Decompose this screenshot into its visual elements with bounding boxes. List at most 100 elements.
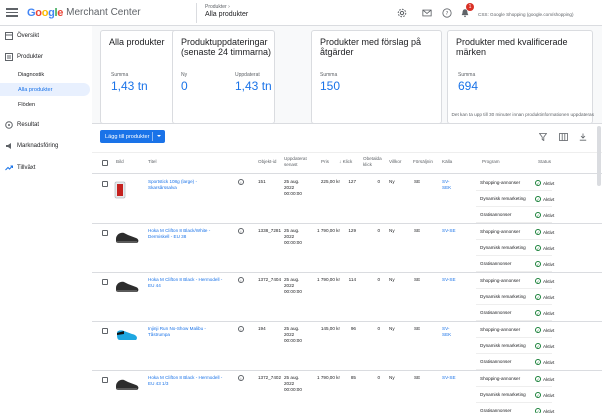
sidebar: Översikt Produkter Diagnostik Alla produ… [0, 26, 92, 413]
updated-date: 25 aug. 2022 00:00:00 [284, 228, 302, 245]
sidebar-subitem-floden[interactable]: Flöden [0, 98, 90, 111]
source-link[interactable]: SV-SE [442, 228, 456, 234]
check-circle-icon: ✓ [535, 278, 541, 284]
table-row[interactable]: Injinji Run No-Show Malibu - Tåstrumpa i 1… [92, 322, 602, 371]
add-products-button[interactable]: Lägg till produkter [100, 130, 165, 143]
status-badge: ✓ Aktivt [535, 180, 555, 186]
mail-icon[interactable] [420, 6, 434, 20]
sidebar-item-produkter[interactable]: Produkter [0, 50, 92, 64]
check-circle-icon: ✓ [535, 343, 541, 349]
header-updated[interactable]: Uppdaterat senast [284, 156, 308, 167]
info-icon[interactable]: i [238, 179, 244, 185]
row-checkbox[interactable] [102, 328, 108, 334]
sidebar-item-marknadsforing[interactable]: Marknadsföring [0, 139, 92, 153]
check-circle-icon: ✓ [535, 245, 541, 251]
sidebar-item-label: Resultat [17, 122, 40, 128]
header-price[interactable]: Pris [321, 159, 329, 165]
marketing-icon [4, 142, 13, 151]
country: SE [414, 326, 421, 331]
product-name: Merchant Center [66, 7, 141, 18]
check-circle-icon: ✓ [535, 180, 541, 186]
header-title[interactable]: Titel [148, 159, 157, 165]
dropdown-arrow-icon[interactable] [157, 135, 161, 137]
card-title: Produktuppdateringar (senaste 24 timmarn… [181, 37, 272, 57]
clicks: 85 [350, 375, 356, 380]
card-kvalificerade-marken[interactable]: Produkter med kvalificerade märken Summa… [447, 30, 593, 124]
row-checkbox[interactable] [102, 279, 108, 285]
price: 145,00 kr [320, 326, 340, 331]
sidebar-item-label: Översikt [17, 33, 40, 39]
header-condition[interactable]: Villkor [389, 159, 401, 165]
add-products-label: Lägg till produkter [105, 133, 150, 140]
price: 1 790,00 kr [317, 277, 340, 282]
status-badge: ✓ Aktivt [535, 310, 555, 316]
product-title-link[interactable]: Hoka M Clifton 8 Black - Hermodell - EU … [148, 375, 226, 387]
header-country[interactable]: Försäljnin [413, 159, 433, 165]
updated-date: 25 aug. 2022 00:00:00 [284, 179, 302, 196]
source-link[interactable]: SV-SE [442, 375, 456, 381]
select-all-checkbox[interactable] [102, 160, 108, 166]
help-icon[interactable]: ? [440, 6, 454, 20]
info-icon[interactable]: i [238, 228, 244, 234]
check-circle-icon: ✓ [535, 359, 541, 365]
unpaid-clicks: 0 [377, 179, 380, 184]
header-unpaid-clicks[interactable]: Obetalda klick [363, 156, 385, 167]
filter-icon[interactable] [538, 132, 548, 142]
price: 1 790,00 kr [317, 228, 340, 233]
settings-icon[interactable] [395, 6, 409, 20]
card-metric-value: 1,43 tn [111, 79, 148, 93]
product-title-link[interactable]: Hoka M Clifton 8 Black - Hermodell - EU … [148, 277, 226, 289]
table-row[interactable]: Hoka M Clifton 8 Black/White - Dermiskel… [92, 224, 602, 273]
card-metric-label: Summa [320, 72, 338, 78]
source-link[interactable]: SV-SEK [442, 179, 456, 191]
sidebar-subitem-diagnostik[interactable]: Diagnostik [0, 68, 90, 81]
menu-icon[interactable] [6, 8, 18, 17]
check-circle-icon: ✓ [535, 261, 541, 267]
header-image[interactable]: Bild [116, 159, 124, 165]
scrollbar[interactable] [597, 126, 601, 186]
breadcrumb-parent[interactable]: Produkter › [205, 4, 248, 10]
check-circle-icon: ✓ [535, 376, 541, 382]
country: SE [414, 228, 421, 233]
button-divider [152, 132, 153, 141]
status-badge: ✓ Aktivt [535, 229, 555, 235]
check-circle-icon: ✓ [535, 327, 541, 333]
status-badge: ✓ Aktivt [535, 278, 555, 284]
country: SE [414, 375, 421, 380]
row-checkbox[interactable] [102, 181, 108, 187]
check-circle-icon: ✓ [535, 408, 541, 413]
source-link[interactable]: SV-SE [442, 277, 456, 283]
card-produktuppdateringar[interactable]: Produktuppdateringar (senaste 24 timmarn… [172, 30, 275, 124]
product-id: 151 [258, 179, 266, 184]
row-checkbox[interactable] [102, 377, 108, 383]
sidebar-subitem-alla-produkter[interactable]: Alla produkter [0, 83, 90, 96]
product-title-link[interactable]: Sportstick 108g (large) - Skarsårssalva [148, 179, 226, 191]
product-title-link[interactable]: Hoka M Clifton 8 Black/White - Dermiskel… [148, 228, 226, 240]
country: SE [414, 277, 421, 282]
header-status[interactable]: Status [538, 159, 551, 165]
header-clicks[interactable]: ↓ Klick [339, 159, 352, 165]
download-icon[interactable] [578, 132, 588, 142]
table-row[interactable]: Hoka M Clifton 8 Black - Hermodell - EU … [92, 371, 602, 413]
product-title-link[interactable]: Injinji Run No-Show Malibu - Tåstrumpa [148, 326, 226, 338]
info-icon[interactable]: i [238, 375, 244, 381]
row-checkbox[interactable] [102, 230, 108, 236]
account-name[interactable]: CSS: Google Shopping (google.com/shoppin… [478, 12, 574, 17]
header-program[interactable]: Program [482, 159, 500, 165]
breadcrumb-current: Alla produkter [205, 11, 249, 18]
info-icon[interactable]: i [238, 326, 244, 332]
sidebar-item-resultat[interactable]: Resultat [0, 118, 92, 132]
breadcrumb: Produkter › Alla produkter [205, 4, 248, 18]
status-badge: ✓ Aktivt [535, 327, 555, 333]
columns-icon[interactable] [558, 132, 568, 142]
sidebar-item-label: Produkter [17, 54, 44, 60]
header-id[interactable]: Objekt-id [258, 159, 276, 165]
table-row[interactable]: Hoka M Clifton 8 Black - Hermodell - EU … [92, 273, 602, 322]
header-source[interactable]: Källa [442, 159, 452, 165]
sidebar-item-oversikt[interactable]: Översikt [0, 29, 92, 43]
sidebar-item-tillvaxt[interactable]: Tillväxt [0, 161, 92, 175]
info-icon[interactable]: i [238, 277, 244, 283]
table-row[interactable]: Sportstick 108g (large) - Skarsårssalva i… [92, 175, 602, 224]
source-link[interactable]: SV-SEK [442, 326, 456, 338]
card-forslag-pa-atgarder[interactable]: Produkter med förslag på åtgärder Summa … [311, 30, 442, 124]
